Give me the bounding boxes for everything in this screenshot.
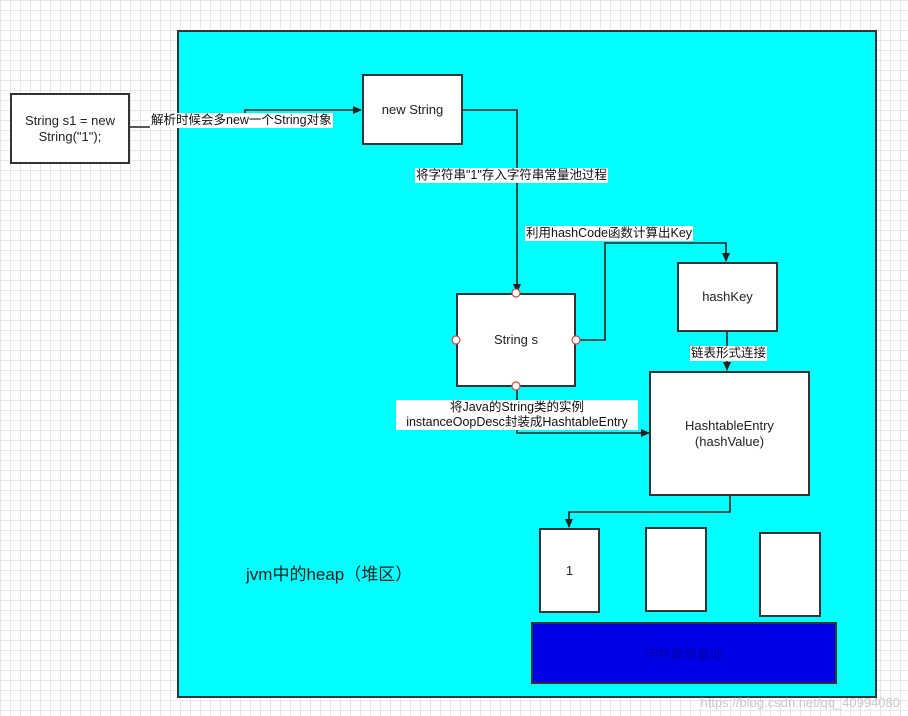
label-store: 将字符串"1"存入字符串常量池过程 bbox=[415, 168, 608, 183]
label-linked: 链表形式连接 bbox=[690, 346, 768, 361]
port-left bbox=[451, 335, 461, 345]
port-right bbox=[571, 335, 581, 345]
port-top bbox=[511, 288, 521, 298]
port-bottom bbox=[511, 381, 521, 391]
port-layer bbox=[451, 288, 581, 391]
label-wrap: 将Java的String类的实例 instanceOopDesc封装成Hasht… bbox=[396, 400, 638, 430]
watermark: https://blog.csdn.net/qq_40994080 bbox=[700, 695, 901, 710]
label-parse: 解析时候会多new一个String对象 bbox=[150, 113, 333, 128]
label-hashcode: 利用hashCode函数计算出Key bbox=[525, 226, 694, 241]
label-wrap-line2: instanceOopDesc封装成HashtableEntry bbox=[406, 415, 628, 429]
label-wrap-line1: 将Java的String类的实例 bbox=[449, 400, 585, 414]
